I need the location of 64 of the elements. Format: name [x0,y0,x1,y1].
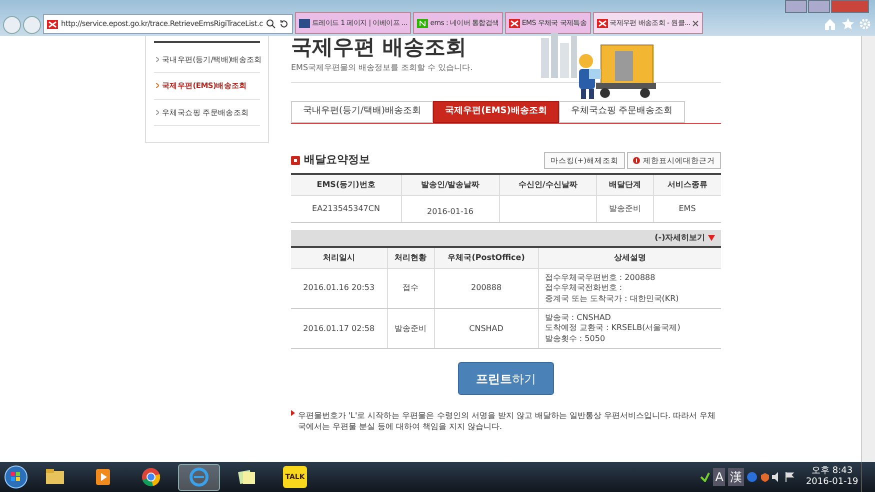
table-cell: 2016.01.16 20:53 [303,283,375,292]
chevron-icon [156,110,159,115]
detail-line: 발송횟수 : 5050 [544,334,606,344]
chevron-icon [156,57,159,62]
column-header: EMS(등기)번호 [291,174,402,196]
bullet-icon [291,156,300,165]
column-header: 발송인/발송날짜 [402,174,500,196]
column-header: 상세설명 [538,246,721,268]
page-tab[interactable]: 우체국쇼핑 주문배송조회 [558,101,685,122]
page-tab[interactable]: 국제우편(EMS)배송조회 [433,101,559,122]
clock-time[interactable]: 오후 8:43 [806,466,858,477]
notes-icon [237,467,257,487]
detail-line: 접수우체국전화번호 : [544,283,624,294]
detail-toggle[interactable]: (-)자세히보기 [654,232,715,244]
chrome-icon [141,467,161,487]
table-cell: EMS [678,204,696,213]
print-button[interactable]: 프린트하기 [458,362,554,396]
search-icon[interactable] [266,19,276,29]
page-title: 국제우편 배송조회 [291,37,468,58]
site-icon [596,18,608,28]
star-icon[interactable] [842,18,854,30]
column-header: 우체국(PostOffice) [434,246,538,268]
check-icon [700,472,710,482]
table-cell: 2016.01.17 02:58 [303,324,375,332]
table-cell: 2016-01-16 [427,206,474,216]
shield-icon[interactable] [760,472,770,482]
input-method-indicator[interactable]: 漢 [728,468,744,486]
refresh-icon[interactable] [278,19,289,29]
section-title: 배달요약정보 [304,152,370,168]
scrollbar[interactable] [861,36,875,462]
page-tab[interactable]: 국내우편(등기/택배)배송조회 [291,101,434,122]
clock-date[interactable]: 2016-01-19 [806,477,858,488]
column-header: 서비스종류 [653,174,721,196]
detail-line: 발송국 : CNSHAD [544,312,612,324]
column-header: 배달단계 [596,174,654,196]
detail-line: 중계국 또는 도착국가 : 대한민국(KR) [544,294,680,304]
detail-line: 도착예정 교환국 : KRSELB(서울국제) [544,323,682,334]
table-cell: 발송준비 [394,324,427,332]
column-header: 처리현황 [387,246,434,268]
site-icon [508,18,520,28]
play-icon [93,467,113,487]
input-method-indicator[interactable]: A [713,468,726,486]
detail-line: 접수우체국우편번호 : 200888 [544,272,656,284]
table-cell: EA213545347CN [312,204,380,213]
flag-icon[interactable] [785,472,796,482]
bullet-icon [291,410,295,416]
page-subtitle: EMS국제우편물의 배송정보를 조회할 수 있습니다. [291,62,474,74]
notice-text: 우편물번호가 'L'로 시작하는 우편물은 수령인의 서명을 받지 않고 배달하는 일반통상 우편서비스입니다. 따라서 우체국에서는 우편물 분실 등에 대하여 책임을 지지 않습니다. [298,410,717,432]
help-icon[interactable] [746,472,757,482]
table-cell: 발송준비 [608,204,641,213]
table-cell: 200888 [471,283,502,292]
site-icon [47,20,58,28]
column-header: 수신인/수신날짜 [499,174,597,196]
start-button[interactable] [4,465,28,489]
chevron-icon [156,83,159,88]
triangle-icon [708,234,715,241]
site-icon [298,18,310,28]
close-icon[interactable] [692,20,700,26]
folder-icon [45,467,65,487]
table-cell: 접수 [402,283,419,292]
table-cell: CNSHAD [469,324,504,332]
site-icon [417,18,428,28]
column-header: 처리일시 [291,246,388,268]
info-icon [633,156,640,164]
